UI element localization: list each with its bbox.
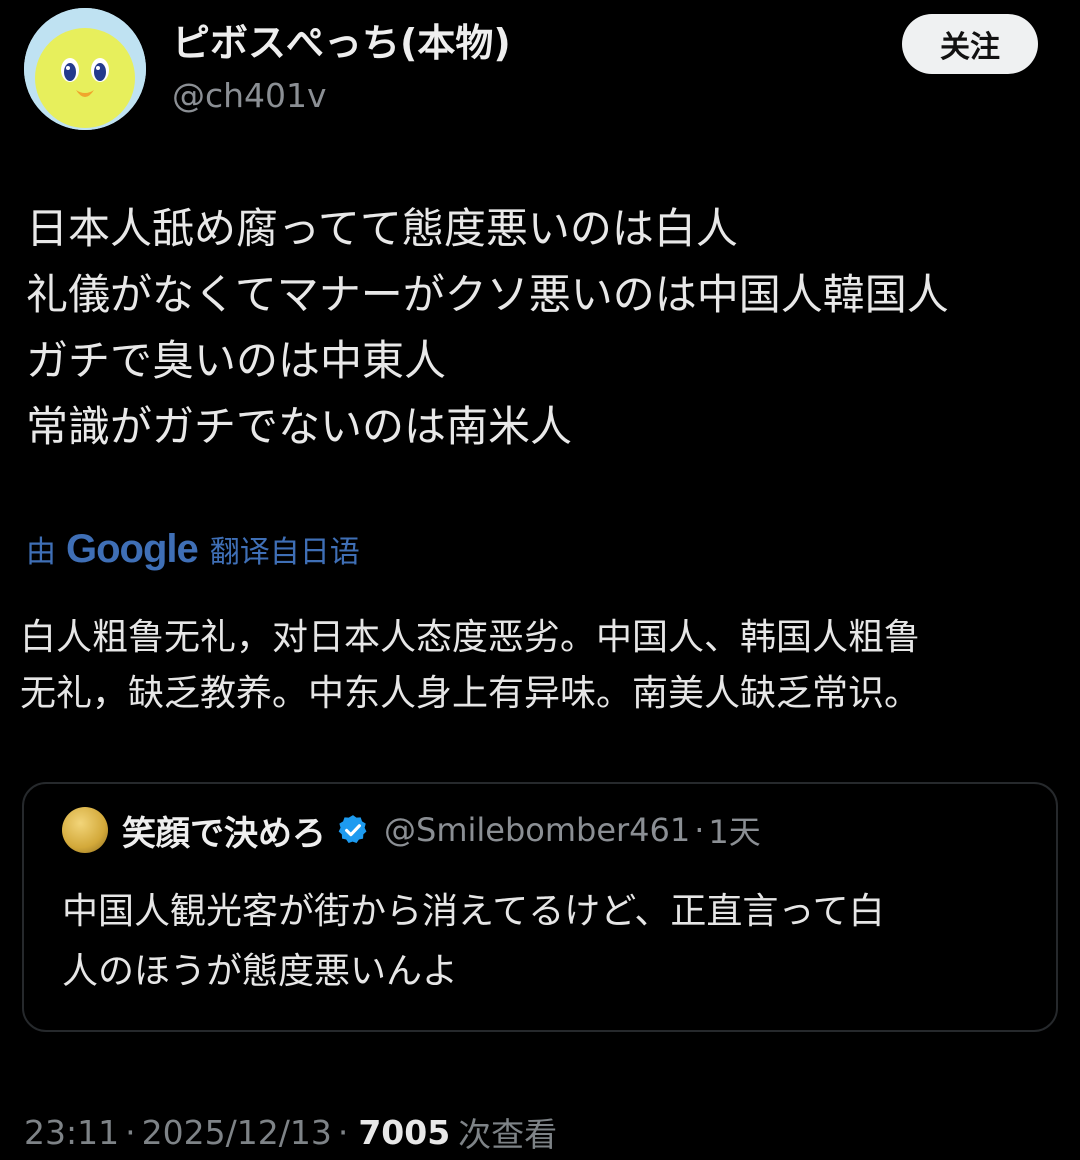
- post-text-line: ガチで臭いのは中東人: [26, 336, 447, 385]
- verified-badge-icon: [336, 813, 370, 847]
- translated-text: 白人粗鲁无礼，对日本人态度恶劣。中国人、韩国人粗鲁 无礼，缺乏教养。中东人身上有…: [20, 610, 1070, 722]
- post-text-line: 礼儀がなくてマナーがクソ悪いのは中国人韓国人: [26, 270, 949, 319]
- post-meta: 23:11 · 2025/12/13 · 7005 次查看: [24, 1108, 557, 1156]
- quoted-separator: ·: [694, 811, 705, 849]
- translated-text-line: 无礼，缺乏教养。中东人身上有异味。南美人缺乏常识。: [20, 673, 921, 714]
- quoted-author-handle: @Smilebomber461: [384, 811, 691, 849]
- meta-separator: ·: [337, 1112, 349, 1152]
- translation-source-language: 翻译自日语: [209, 535, 360, 570]
- follow-button[interactable]: 关注: [902, 14, 1038, 74]
- translated-text-line: 白人粗鲁无礼，对日本人态度恶劣。中国人、韩国人粗鲁: [20, 617, 921, 658]
- views-count: 7005: [358, 1112, 451, 1152]
- quoted-post-card[interactable]: 笑顔で決めろ @Smilebomber461 · 1天 中国人観光客が街から消え…: [22, 782, 1058, 1032]
- quoted-post-time: 1天: [708, 813, 761, 851]
- google-logo: Google: [66, 526, 199, 571]
- post-text-line: 常識がガチでないのは南米人: [26, 402, 573, 451]
- meta-separator: ·: [125, 1112, 136, 1152]
- author-handle[interactable]: @ch401v: [172, 74, 327, 118]
- views-label: 次查看: [458, 1115, 558, 1154]
- quoted-text-line: 人のほうが態度悪いんよ: [62, 951, 459, 992]
- post-time[interactable]: 23:11: [24, 1113, 119, 1152]
- author-avatar[interactable]: [24, 8, 146, 130]
- quoted-post-header: 笑顔で決めろ @Smilebomber461 · 1天: [62, 804, 761, 856]
- author-display-name[interactable]: ピボスぺっち(本物): [172, 18, 511, 68]
- post-text-line: 日本人舐め腐ってて態度悪いのは白人: [26, 204, 738, 253]
- quoted-author-avatar: [62, 807, 108, 853]
- quoted-post-text: 中国人観光客が街から消えてるけど、正直言って白 人のほうが態度悪いんよ: [62, 882, 1052, 1002]
- translation-attribution[interactable]: 由 Google 翻译自日语: [26, 524, 360, 574]
- quoted-text-line: 中国人観光客が街から消えてるけど、正直言って白: [62, 891, 885, 932]
- post-text: 日本人舐め腐ってて態度悪いのは白人 礼儀がなくてマナーがクソ悪いのは中国人韓国人…: [26, 196, 1066, 460]
- yellow-bird-avatar-icon: [24, 8, 146, 130]
- quoted-author-name: 笑顔で決めろ: [122, 813, 326, 854]
- translation-prefix: 由: [26, 535, 56, 570]
- post-date[interactable]: 2025/12/13: [142, 1113, 332, 1152]
